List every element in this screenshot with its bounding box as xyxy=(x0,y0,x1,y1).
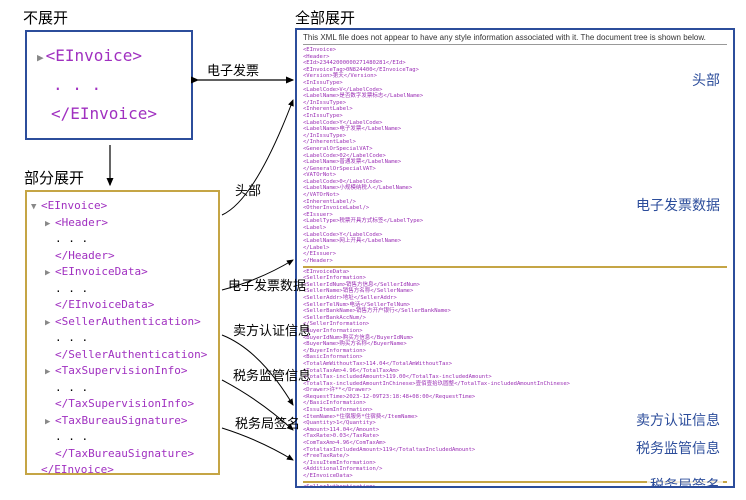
tri-icon[interactable]: ▶ xyxy=(45,366,55,380)
tri-icon[interactable]: ▶ xyxy=(45,317,55,331)
arrow-label-sig: 税务局签名 xyxy=(235,413,300,432)
arrow-label-header: 头部 xyxy=(235,180,261,199)
arrow-label-einvoice: 电子发票 xyxy=(207,60,259,79)
section-label-auth: 卖方认证信息 xyxy=(633,410,723,430)
tri-icon[interactable]: ▶ xyxy=(45,416,55,430)
section-label-header: 头部 xyxy=(689,70,723,90)
section-label-tax: 税务监管信息 xyxy=(633,438,723,458)
tri-icon[interactable]: ▶ xyxy=(45,218,55,232)
tri-icon[interactable]: ▼ xyxy=(31,201,41,215)
close-tag: </EInvoice> xyxy=(51,104,157,123)
full-xml-box: This XML file does not appear to have an… xyxy=(295,28,735,488)
arrow-label-tax: 税务监管信息 xyxy=(233,365,311,384)
arrow-label-auth: 卖方认证信息 xyxy=(233,320,311,339)
section-label-data: 电子发票数据 xyxy=(633,195,723,215)
tri-icon[interactable]: ▶ xyxy=(45,267,55,281)
xml-notice: This XML file does not appear to have an… xyxy=(303,33,727,45)
open-tag: <EInvoice> xyxy=(46,46,142,65)
collapsed-xml-box: ▶<EInvoice> . . . </EInvoice> xyxy=(25,30,193,140)
ellipsis: . . . xyxy=(37,71,181,100)
label-collapsed: 不展开 xyxy=(23,7,68,28)
xml-tree-header: <EInvoice> <Header> <EId>234420000002714… xyxy=(303,47,727,265)
arrow-label-data: 电子发票数据 xyxy=(228,275,306,294)
label-partial: 部分展开 xyxy=(24,167,84,188)
partial-xml-box: ▼<EInvoice> ▶<Header> . . . </Header> ▶<… xyxy=(25,190,220,475)
expand-tri-icon[interactable]: ▶ xyxy=(37,48,44,68)
label-expanded-all: 全部展开 xyxy=(295,7,355,28)
